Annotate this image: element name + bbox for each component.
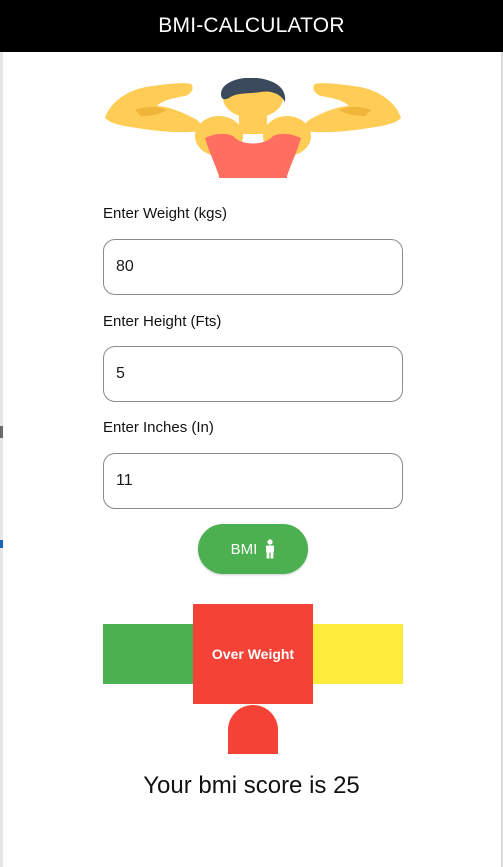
height-ft-field[interactable]: [103, 346, 403, 402]
gauge-pointer: [228, 705, 278, 754]
gauge-segment-obese: [313, 624, 403, 684]
person-icon: [265, 539, 275, 559]
app-title: BMI-CALCULATOR: [158, 14, 345, 37]
bodybuilder-illustration: [101, 77, 405, 178]
app-page: BMI-CALCULATOR Enter Weight (kgs) Ent: [0, 0, 503, 867]
bodybuilder-icon: [105, 77, 401, 178]
left-edge-mark: [0, 426, 3, 438]
weight-label: Enter Weight (kgs): [103, 205, 227, 222]
weight-field[interactable]: [103, 239, 403, 295]
height-in-label: Enter Inches (In): [103, 419, 214, 436]
height-in-input[interactable]: [116, 454, 386, 508]
bmi-result-text: Your bmi score is 25: [143, 772, 360, 799]
left-edge-mark: [0, 540, 3, 548]
app-bar: BMI-CALCULATOR: [0, 0, 503, 52]
gauge-active-label: Over Weight: [211, 646, 295, 662]
gauge-segment-normal: [103, 624, 193, 684]
bmi-button[interactable]: BMI: [198, 524, 308, 574]
weight-input[interactable]: [116, 240, 386, 294]
height-in-field[interactable]: [103, 453, 403, 509]
height-ft-label: Enter Height (Fts): [103, 313, 222, 330]
bmi-button-label: BMI: [230, 540, 258, 558]
height-ft-input[interactable]: [116, 347, 386, 401]
left-window-edge: [0, 52, 3, 867]
gauge-segment-over-weight: Over Weight: [193, 604, 313, 704]
